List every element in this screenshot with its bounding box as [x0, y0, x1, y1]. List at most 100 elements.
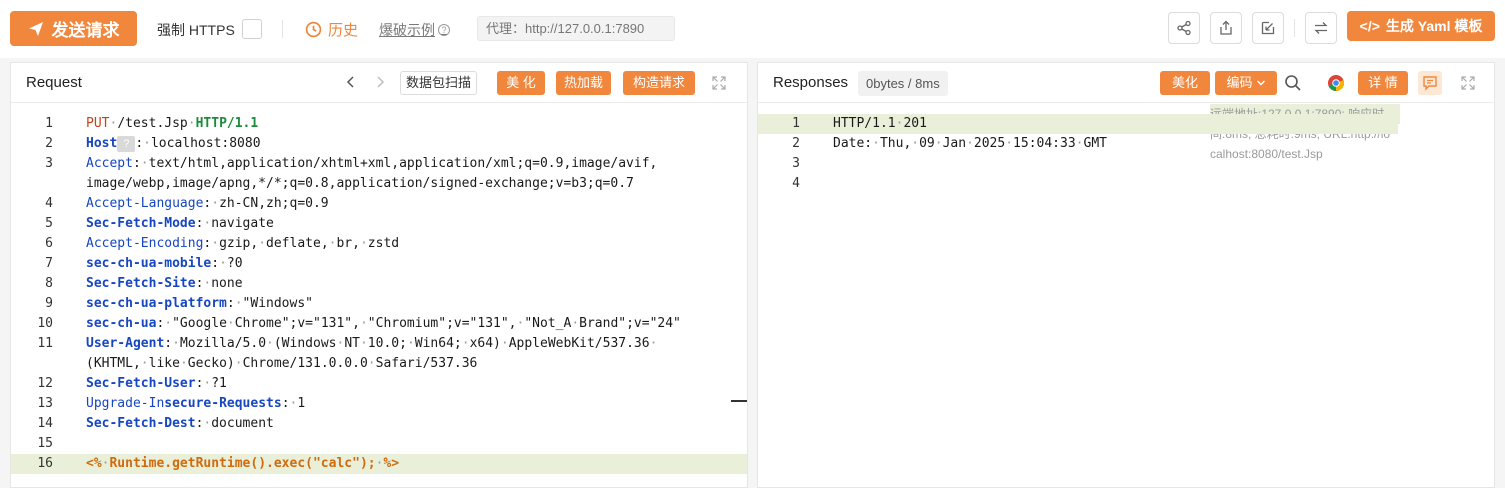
expand-icon[interactable] — [711, 75, 727, 91]
code-token: Brand";v="24" — [579, 316, 681, 331]
code-token: · — [571, 316, 580, 331]
chevron-left-icon — [346, 76, 354, 88]
code-token: : — [211, 256, 220, 271]
divider — [1294, 19, 1295, 37]
code-token: : — [164, 336, 173, 351]
top-toolbar: 发送请求 强制 HTTPS 历史 爆破示例 ? 代理：http://127.0.… — [0, 0, 1505, 58]
code-token: 15:04:33 — [1013, 136, 1076, 151]
clock-icon — [305, 21, 322, 38]
code-token: zstd — [367, 236, 400, 251]
swap-icon — [1314, 22, 1328, 34]
export-button[interactable] — [1210, 12, 1242, 44]
line-number: 11 — [37, 336, 53, 351]
code-token: image/webp,image/apng,*/*;q=0.8,applicat… — [86, 176, 634, 191]
code-token: HTTP/1.1 — [833, 116, 896, 131]
code-token: Gecko) — [187, 356, 235, 371]
line-number: 16 — [37, 456, 53, 471]
header-hint-icon[interactable]: ? — [117, 135, 136, 152]
line-number: 3 — [45, 156, 53, 171]
code-token: document — [211, 416, 274, 431]
request-header: Request 数据包扫描 美 化 热加载 构造请求 — [11, 63, 747, 103]
request-code-line: 2 Host?:·localhost:8080 — [11, 134, 747, 154]
request-code-line: 5 Sec-Fetch-Mode:·navigate — [11, 214, 747, 234]
code-token: · — [359, 336, 368, 351]
code-token: zh-CN,zh;q=0.9 — [219, 196, 329, 211]
construct-request-button[interactable]: 构造请求 — [623, 71, 695, 95]
code-token: sec-ch-ua-mobile — [86, 256, 212, 271]
request-code-line: (KHTML,·like·Gecko)·Chrome/131.0.0.0·Saf… — [11, 354, 747, 374]
response-beautify-button[interactable]: 美化 — [1160, 71, 1210, 95]
next-request-button[interactable] — [370, 72, 390, 92]
code-token: NT — [344, 336, 360, 351]
send-request-label: 发送请求 — [51, 21, 120, 40]
code-token: · — [461, 336, 470, 351]
line-number: 7 — [45, 256, 53, 271]
code-token: · — [367, 356, 376, 371]
comment-button[interactable] — [1418, 71, 1442, 95]
request-code-line: 4 Accept-Language:·zh-CN,zh;q=0.9 — [11, 194, 747, 214]
packet-scan-button[interactable]: 数据包扫描 — [400, 71, 478, 95]
encoding-dropdown[interactable]: 编码 — [1215, 71, 1277, 95]
request-code-line: image/webp,image/apng,*/*;q=0.8,applicat… — [11, 174, 747, 194]
code-token: · — [164, 316, 173, 331]
line-number: 14 — [37, 416, 53, 431]
code-token: · — [1005, 136, 1014, 151]
send-request-button[interactable]: 发送请求 — [10, 11, 137, 46]
code-token: Host — [86, 136, 118, 151]
hotload-button[interactable]: 热加载 — [556, 71, 611, 95]
line-number: 4 — [45, 196, 53, 211]
line-number: 1 — [45, 116, 53, 131]
open-in-browser-button[interactable] — [1325, 72, 1347, 94]
code-token: Upgrade-In — [86, 396, 165, 411]
expand-icon[interactable] — [1460, 75, 1476, 91]
request-code-line: 11 User-Agent:·Mozilla/5.0·(Windows·NT·10… — [11, 334, 747, 354]
code-token: br, — [336, 236, 360, 251]
code-token: Accept-Language — [86, 196, 204, 211]
response-editor[interactable]: 远端地址:127.0.0.1:7890; 响应时间:8ms; 总耗时:9ms; … — [758, 104, 1494, 487]
request-beautify-button[interactable]: 美 化 — [497, 71, 545, 95]
code-token: · — [140, 156, 149, 171]
code-token: Accept-Encoding — [86, 236, 204, 251]
code-token: · — [187, 116, 196, 131]
code-token: Sec-Fetch-Dest — [86, 416, 196, 431]
fuzz-example-link[interactable]: 爆破示例 ? — [379, 20, 450, 40]
force-https-checkbox[interactable] — [242, 19, 262, 39]
prev-request-button[interactable] — [341, 72, 361, 92]
share-button[interactable] — [1168, 12, 1200, 44]
code-token: Date: — [833, 136, 873, 151]
request-editor[interactable]: 1 PUT·/test.Jsp·HTTP/1.1 2 Host?:·localhost… — [11, 104, 747, 487]
code-token: · — [234, 356, 243, 371]
code-token: "Google — [172, 316, 227, 331]
code-token: Safari/537.36 — [375, 356, 478, 371]
code-token: gzip, — [219, 236, 259, 251]
response-size-badge: 0bytes / 8ms — [858, 71, 948, 96]
code-token: · — [872, 136, 880, 151]
code-token: · — [211, 196, 220, 211]
request-code-line: 1 PUT·/test.Jsp·HTTP/1.1 — [11, 114, 747, 134]
generate-yaml-button[interactable]: </> 生成 Yaml 模板 — [1347, 11, 1495, 41]
code-token: text/html,application/xhtml+xml,applicat… — [148, 156, 658, 171]
code-token: · — [234, 296, 243, 311]
chevron-down-icon — [1256, 80, 1265, 86]
proxy-display[interactable]: 代理：http://127.0.0.1:7890 — [477, 16, 675, 41]
help-icon: ? — [438, 24, 450, 36]
search-icon — [1285, 75, 1301, 91]
code-token: · — [266, 336, 274, 351]
request-title: Request — [26, 74, 82, 91]
import-button[interactable] — [1252, 12, 1284, 44]
code-token: 1 — [297, 396, 306, 411]
swap-button[interactable] — [1305, 12, 1337, 44]
send-icon — [28, 21, 43, 36]
code-token: (Windows — [273, 336, 337, 351]
fuzz-example-label: 爆破示例 — [379, 22, 435, 38]
detail-button[interactable]: 详 情 — [1358, 71, 1408, 95]
code-token: localhost:8080 — [150, 136, 261, 151]
line-number: 2 — [792, 136, 800, 151]
code-token: navigate — [211, 216, 274, 231]
code-token: · — [966, 136, 974, 151]
history-button[interactable]: 历史 — [305, 19, 358, 40]
request-panel: Request 数据包扫描 美 化 热加载 构造请求 1 PUT·/test.Js… — [10, 62, 748, 488]
share-icon — [1177, 20, 1191, 36]
line-number: 9 — [45, 296, 53, 311]
search-button[interactable] — [1282, 72, 1304, 94]
